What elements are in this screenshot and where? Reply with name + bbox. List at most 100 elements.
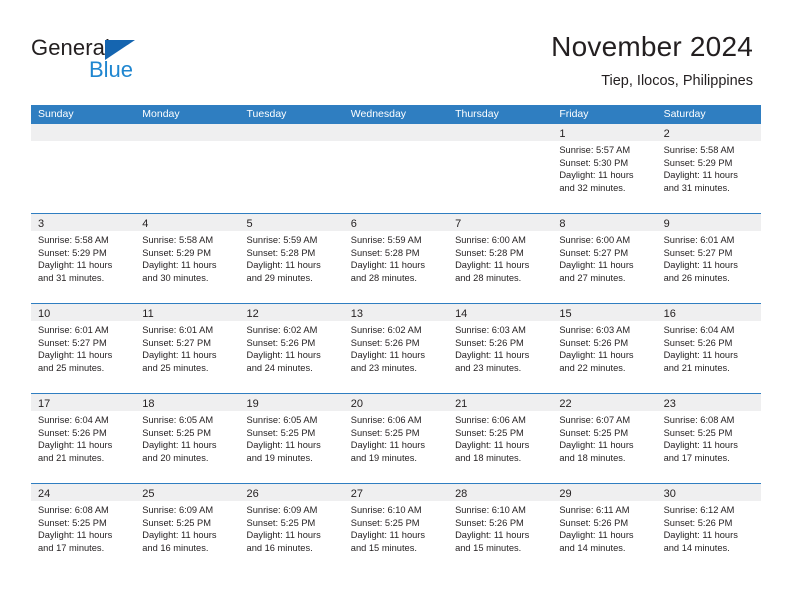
calendar-day-cell[interactable]: 4 Sunrise: 5:58 AM Sunset: 5:29 PM Daylight… bbox=[135, 214, 240, 303]
calendar-day-cell[interactable]: 18 Sunrise: 6:05 AM Sunset: 5:25 PM Dayligh… bbox=[135, 394, 240, 483]
calendar-week-row: 10 Sunrise: 6:01 AM Sunset: 5:27 PM Dayligh… bbox=[31, 303, 761, 393]
day-number-band: 15 bbox=[552, 304, 657, 321]
calendar-day-cell[interactable]: 3 Sunrise: 5:58 AM Sunset: 5:29 PM Daylight… bbox=[31, 214, 136, 303]
day-number: 6 bbox=[350, 218, 357, 230]
day-sun-info-line: and 17 minutes. bbox=[663, 452, 730, 463]
calendar-day-cell[interactable]: 30 Sunrise: 6:12 AM Sunset: 5:26 PM Dayligh… bbox=[656, 484, 761, 573]
day-sun-info-line: Daylight: 11 hours bbox=[455, 260, 530, 271]
day-sun-info-line: Daylight: 11 hours bbox=[559, 350, 634, 361]
day-sun-info-line: and 23 minutes. bbox=[350, 362, 417, 373]
day-sun-info-line: Sunset: 5:27 PM bbox=[38, 337, 107, 348]
calendar-day-cell[interactable]: 14 Sunrise: 6:03 AM Sunset: 5:26 PM Dayligh… bbox=[448, 304, 553, 393]
day-sun-info-line: Sunrise: 6:09 AM bbox=[142, 505, 214, 515]
calendar-day-cell[interactable]: 21 Sunrise: 6:06 AM Sunset: 5:25 PM Dayligh… bbox=[448, 394, 553, 483]
day-sun-info-line: and 21 minutes. bbox=[663, 362, 730, 373]
day-number: 22 bbox=[559, 398, 572, 410]
day-sun-info-line: and 31 minutes. bbox=[38, 272, 105, 283]
day-sun-info-line: and 20 minutes. bbox=[142, 452, 209, 463]
calendar-day-cell[interactable]: 9 Sunrise: 6:01 AM Sunset: 5:27 PM Daylight… bbox=[656, 214, 761, 303]
day-sun-info-line: and 24 minutes. bbox=[246, 362, 313, 373]
day-number: 1 bbox=[559, 128, 566, 140]
day-sun-info-line: and 26 minutes. bbox=[663, 272, 730, 283]
day-number-band: 8 bbox=[552, 214, 657, 231]
day-number: 24 bbox=[38, 488, 51, 500]
day-sun-info-line: Sunrise: 6:07 AM bbox=[559, 415, 631, 425]
calendar-day-cell[interactable]: 27 Sunrise: 6:10 AM Sunset: 5:25 PM Dayligh… bbox=[343, 484, 449, 573]
day-sun-info-line: Sunset: 5:29 PM bbox=[38, 247, 107, 258]
calendar-day-cell[interactable]: 25 Sunrise: 6:09 AM Sunset: 5:25 PM Dayligh… bbox=[135, 484, 240, 573]
day-number-band: 5 bbox=[239, 214, 344, 231]
day-sun-info: Sunrise: 6:00 AM Sunset: 5:27 PM Daylight:… bbox=[552, 231, 656, 284]
calendar-day-cell[interactable]: 5 Sunrise: 5:59 AM Sunset: 5:28 PM Daylight… bbox=[239, 214, 344, 303]
day-sun-info: Sunrise: 6:09 AM Sunset: 5:25 PM Daylight:… bbox=[240, 501, 344, 554]
day-number-band: 14 bbox=[448, 304, 553, 321]
weekday-header-tuesday: Tuesday bbox=[246, 108, 287, 120]
calendar-day-cell[interactable]: 1 Sunrise: 5:57 AM Sunset: 5:30 PM Daylight… bbox=[552, 124, 657, 213]
calendar-day-cell-empty bbox=[239, 124, 344, 213]
day-number-band: 2 bbox=[656, 124, 761, 141]
day-sun-info-line: Sunrise: 6:06 AM bbox=[350, 415, 422, 425]
day-sun-info-line: and 25 minutes. bbox=[38, 362, 105, 373]
day-sun-info-line: and 25 minutes. bbox=[142, 362, 209, 373]
day-sun-info-line: Sunrise: 5:58 AM bbox=[663, 145, 735, 155]
calendar-day-cell[interactable]: 16 Sunrise: 6:04 AM Sunset: 5:26 PM Dayligh… bbox=[656, 304, 761, 393]
day-sun-info-line: Daylight: 11 hours bbox=[455, 350, 530, 361]
day-number: 29 bbox=[559, 488, 572, 500]
day-sun-info-line: Sunset: 5:26 PM bbox=[663, 337, 733, 348]
day-number: 3 bbox=[38, 218, 45, 230]
day-sun-info-line: Sunrise: 6:06 AM bbox=[455, 415, 526, 425]
day-sun-info: Sunrise: 6:12 AM Sunset: 5:26 PM Daylight:… bbox=[657, 501, 761, 554]
day-sun-info-line: Sunset: 5:27 PM bbox=[663, 247, 733, 258]
day-sun-info-line: Daylight: 11 hours bbox=[350, 260, 426, 271]
calendar-day-cell[interactable]: 11 Sunrise: 6:01 AM Sunset: 5:27 PM Dayligh… bbox=[135, 304, 240, 393]
day-number-band: 9 bbox=[656, 214, 761, 231]
day-sun-info-line: Sunrise: 6:04 AM bbox=[38, 415, 109, 425]
calendar-day-cell[interactable]: 23 Sunrise: 6:08 AM Sunset: 5:25 PM Dayligh… bbox=[656, 394, 761, 483]
day-number: 20 bbox=[350, 398, 364, 410]
day-sun-info-line: Sunrise: 6:03 AM bbox=[559, 325, 631, 335]
calendar-day-cell[interactable]: 20 Sunrise: 6:06 AM Sunset: 5:25 PM Dayligh… bbox=[343, 394, 449, 483]
day-sun-info-line: Sunset: 5:25 PM bbox=[350, 427, 420, 438]
day-sun-info-line: and 19 minutes. bbox=[350, 452, 417, 463]
calendar-day-cell[interactable]: 24 Sunrise: 6:08 AM Sunset: 5:25 PM Dayligh… bbox=[31, 484, 136, 573]
calendar-day-cell[interactable]: 22 Sunrise: 6:07 AM Sunset: 5:25 PM Dayligh… bbox=[552, 394, 657, 483]
calendar-day-cell[interactable]: 13 Sunrise: 6:02 AM Sunset: 5:26 PM Dayligh… bbox=[343, 304, 449, 393]
calendar-day-cell[interactable]: 7 Sunrise: 6:00 AM Sunset: 5:28 PM Daylight… bbox=[448, 214, 553, 303]
calendar-day-cell[interactable]: 19 Sunrise: 6:05 AM Sunset: 5:25 PM Dayligh… bbox=[239, 394, 344, 483]
calendar-day-cell[interactable]: 8 Sunrise: 6:00 AM Sunset: 5:27 PM Daylight… bbox=[552, 214, 657, 303]
weekday-header-monday: Monday bbox=[142, 108, 180, 120]
calendar-day-cell[interactable]: 12 Sunrise: 6:02 AM Sunset: 5:26 PM Dayligh… bbox=[239, 304, 344, 393]
calendar-day-cell[interactable]: 29 Sunrise: 6:11 AM Sunset: 5:26 PM Dayligh… bbox=[552, 484, 657, 573]
day-sun-info-line: and 23 minutes. bbox=[455, 362, 522, 373]
day-sun-info: Sunrise: 6:04 AM Sunset: 5:26 PM Daylight:… bbox=[657, 321, 761, 374]
day-number-band: 7 bbox=[448, 214, 553, 231]
day-sun-info-line: Daylight: 11 hours bbox=[559, 530, 634, 541]
day-sun-info-line: Daylight: 11 hours bbox=[455, 530, 530, 541]
day-sun-info-line: Daylight: 11 hours bbox=[350, 350, 426, 361]
calendar-day-cell-empty bbox=[343, 124, 449, 213]
calendar-day-cell[interactable]: 2 Sunrise: 5:58 AM Sunset: 5:29 PM Daylight… bbox=[656, 124, 761, 213]
day-sun-info-line: Daylight: 11 hours bbox=[142, 350, 217, 361]
calendar-day-cell[interactable]: 15 Sunrise: 6:03 AM Sunset: 5:26 PM Dayligh… bbox=[552, 304, 657, 393]
day-number-band: 6 bbox=[343, 214, 449, 231]
day-number-band bbox=[31, 124, 136, 141]
calendar-week-row: 3 Sunrise: 5:58 AM Sunset: 5:29 PM Daylight… bbox=[31, 213, 761, 303]
calendar-day-cell[interactable]: 17 Sunrise: 6:04 AM Sunset: 5:26 PM Dayligh… bbox=[31, 394, 136, 483]
day-sun-info-line: Sunset: 5:26 PM bbox=[455, 517, 524, 528]
calendar-day-cell[interactable]: 10 Sunrise: 6:01 AM Sunset: 5:27 PM Dayligh… bbox=[31, 304, 136, 393]
day-number-band: 19 bbox=[239, 394, 344, 411]
calendar-day-cell[interactable]: 26 Sunrise: 6:09 AM Sunset: 5:25 PM Dayligh… bbox=[239, 484, 344, 573]
day-sun-info-line: Daylight: 11 hours bbox=[38, 260, 113, 271]
day-number-band: 16 bbox=[656, 304, 761, 321]
calendar-week-row: 24 Sunrise: 6:08 AM Sunset: 5:25 PM Dayligh… bbox=[31, 483, 761, 573]
calendar-day-cell[interactable]: 28 Sunrise: 6:10 AM Sunset: 5:26 PM Dayligh… bbox=[448, 484, 553, 573]
day-number: 7 bbox=[455, 218, 462, 230]
day-sun-info-line: Sunset: 5:25 PM bbox=[246, 427, 316, 438]
day-sun-info-line: Sunset: 5:26 PM bbox=[559, 337, 629, 348]
brand-logo[interactable]: General Blue bbox=[31, 36, 251, 88]
calendar-day-cell[interactable]: 6 Sunrise: 5:59 AM Sunset: 5:28 PM Daylight… bbox=[343, 214, 449, 303]
day-sun-info-line: Daylight: 11 hours bbox=[142, 440, 217, 451]
day-number-band bbox=[239, 124, 344, 141]
day-number-band: 20 bbox=[343, 394, 449, 411]
day-sun-info-line: Sunrise: 6:01 AM bbox=[142, 325, 214, 335]
